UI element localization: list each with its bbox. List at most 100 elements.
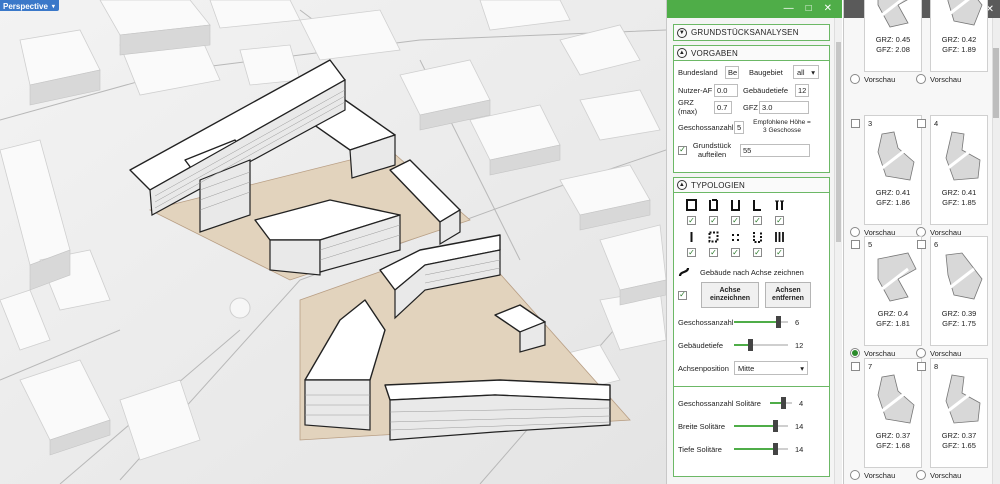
gebaeudetiefe-slider[interactable] (734, 339, 788, 351)
typology-l[interactable]: ✓ (752, 198, 763, 225)
vorschau-radio[interactable] (916, 348, 926, 358)
aufteilen-field[interactable]: 55 (740, 143, 810, 157)
nutzer-field[interactable]: 0.0 (714, 83, 738, 97)
gebaeudetiefe-field[interactable]: 12 (795, 83, 809, 97)
close-icon[interactable]: ✕ (824, 4, 832, 14)
typology-square[interactable]: ✓ (686, 198, 697, 225)
achsenposition-select[interactable]: Mitte ▾ (734, 361, 808, 375)
section-vorgaben: ▲ VORGABEN Bundesland Be Baugebiet all ▾… (673, 45, 830, 173)
expand-icon[interactable]: ▼ (677, 27, 687, 38)
breite-slider[interactable] (734, 420, 788, 432)
section-header-vorgaben[interactable]: ▲ VORGABEN (674, 46, 829, 61)
grz-field[interactable]: 0.7 (714, 100, 732, 114)
variant-card[interactable]: 8 GRZ: 0.37 GFZ: 1.65 (917, 358, 988, 468)
typology-checkbox[interactable]: ✓ (709, 248, 718, 257)
axis-curve-icon (678, 267, 690, 277)
slider-thumb[interactable] (773, 443, 778, 455)
variant-thumbnail (877, 374, 915, 424)
vorschau-radio-row[interactable]: Vorschau (850, 348, 895, 358)
solitaere-slider-row: Geschossanzahl Solitäre 4 (674, 393, 829, 413)
variants-scrollbar[interactable] (992, 18, 1000, 484)
variant-gfz: GFZ: 1.75 (942, 319, 976, 328)
typology-u[interactable]: ✓ (730, 198, 741, 225)
3d-viewport[interactable]: Perspective ▾ (0, 0, 666, 484)
collapse-icon[interactable]: ▲ (677, 180, 687, 190)
section-header-analysen[interactable]: ▼ GRUNDSTÜCKSANALYSEN (674, 25, 829, 40)
vorschau-radio[interactable] (916, 74, 926, 84)
variant-card[interactable]: GRZ: 0.42 GFZ: 1.89 (930, 0, 988, 72)
typology-checkbox[interactable]: ✓ (753, 248, 762, 257)
tiefe-slider[interactable] (734, 443, 788, 455)
vorschau-radio-row[interactable]: Vorschau (916, 74, 961, 84)
achsen-entfernen-button[interactable]: Achsen entfernen (765, 282, 811, 308)
typology-checkbox[interactable]: ✓ (753, 216, 762, 225)
gebaeudetiefe-label: Gebäudetiefe (743, 85, 789, 95)
gfz-field[interactable]: 3.0 (759, 100, 809, 114)
achse-checkbox[interactable]: ✓ (678, 290, 687, 300)
minimize-icon[interactable]: — (784, 4, 794, 14)
variant-card[interactable]: 3 GRZ: 0.41 GFZ: 1.86 (851, 115, 922, 225)
geschossanzahl-field[interactable]: 5 (734, 120, 744, 134)
variant-number: 7 (868, 362, 873, 371)
solitaere-slider[interactable] (770, 397, 792, 409)
vorschau-radio[interactable] (850, 470, 860, 480)
typology-dots[interactable]: ✓ (730, 230, 741, 257)
typology-checkbox[interactable]: ✓ (775, 248, 784, 257)
slider-thumb[interactable] (748, 339, 753, 351)
settings-scrollbar[interactable] (834, 18, 842, 484)
slider-thumb[interactable] (773, 420, 778, 432)
typology-checkbox[interactable]: ✓ (709, 216, 718, 225)
achsenposition-label: Achsenposition (678, 363, 729, 373)
variant-checkbox[interactable] (851, 362, 860, 371)
variant-thumbnail (877, 252, 917, 302)
viewport-tab[interactable]: Perspective ▾ (0, 0, 59, 11)
typology-pillars[interactable]: ✓ (774, 230, 785, 257)
scroll-thumb[interactable] (993, 48, 999, 118)
typology-checkbox[interactable]: ✓ (687, 248, 696, 257)
vorschau-radio-row[interactable]: Vorschau (916, 348, 961, 358)
geschossanzahl-slider-value: 6 (795, 317, 800, 327)
slider-thumb[interactable] (781, 397, 786, 409)
parallel-bars-icon (775, 200, 784, 210)
variant-card[interactable]: 6 GRZ: 0.39 GFZ: 1.75 (917, 236, 988, 346)
vorschau-radio-row[interactable]: Vorschau (850, 470, 895, 480)
vorschau-radio-row[interactable]: Vorschau (916, 470, 961, 480)
achse-einzeichnen-button[interactable]: Achse einzeichnen (701, 282, 759, 308)
typology-u-open[interactable]: ✓ (708, 198, 719, 225)
variant-checkbox[interactable] (851, 240, 860, 249)
typology-dotted-square[interactable]: ✓ (708, 230, 719, 257)
variant-card[interactable]: 4 GRZ: 0.41 GFZ: 1.85 (917, 115, 988, 225)
variant-card[interactable]: GRZ: 0.45 GFZ: 2.08 (864, 0, 922, 72)
typology-checkbox[interactable]: ✓ (731, 248, 740, 257)
typology-checkbox[interactable]: ✓ (731, 216, 740, 225)
typology-i-bar[interactable]: ✓ (686, 230, 697, 257)
variant-checkbox[interactable] (917, 240, 926, 249)
typology-bars[interactable]: ✓ (774, 198, 785, 225)
variant-grz: GRZ: 0.37 (941, 431, 977, 440)
vorschau-radio[interactable] (850, 348, 860, 358)
slider-thumb[interactable] (776, 316, 781, 328)
variant-checkbox[interactable] (917, 119, 926, 128)
collapse-icon[interactable]: ▲ (677, 48, 687, 58)
geschossanzahl-slider[interactable] (734, 316, 788, 328)
typology-checkbox[interactable]: ✓ (687, 216, 696, 225)
variant-card[interactable]: 7 GRZ: 0.37 GFZ: 1.68 (851, 358, 922, 468)
variant-card[interactable]: 5 GRZ: 0.4 GFZ: 1.81 (851, 236, 922, 346)
section-header-typologien[interactable]: ▲ TYPOLOGIEN (674, 178, 829, 193)
chevron-down-icon[interactable]: ▾ (52, 3, 55, 10)
vorschau-radio[interactable] (850, 74, 860, 84)
vorschau-radio[interactable] (850, 227, 860, 237)
variant-checkbox[interactable] (851, 119, 860, 128)
bundesland-field[interactable]: Be (725, 65, 739, 79)
typology-dotted-u[interactable]: ✓ (752, 230, 763, 257)
aufteilen-checkbox[interactable]: ✓ (678, 145, 687, 155)
typology-checkbox[interactable]: ✓ (775, 216, 784, 225)
u-block-icon (731, 200, 740, 211)
baugebiet-select[interactable]: all ▾ (793, 65, 819, 79)
vorschau-radio-row[interactable]: Vorschau (850, 74, 895, 84)
vorschau-label: Vorschau (930, 74, 962, 84)
maximize-icon[interactable]: □ (806, 4, 812, 14)
variant-checkbox[interactable] (917, 362, 926, 371)
vorschau-radio[interactable] (916, 470, 926, 480)
typology-row-2: ✓ ✓ ✓ ✓ ✓ (674, 225, 829, 257)
